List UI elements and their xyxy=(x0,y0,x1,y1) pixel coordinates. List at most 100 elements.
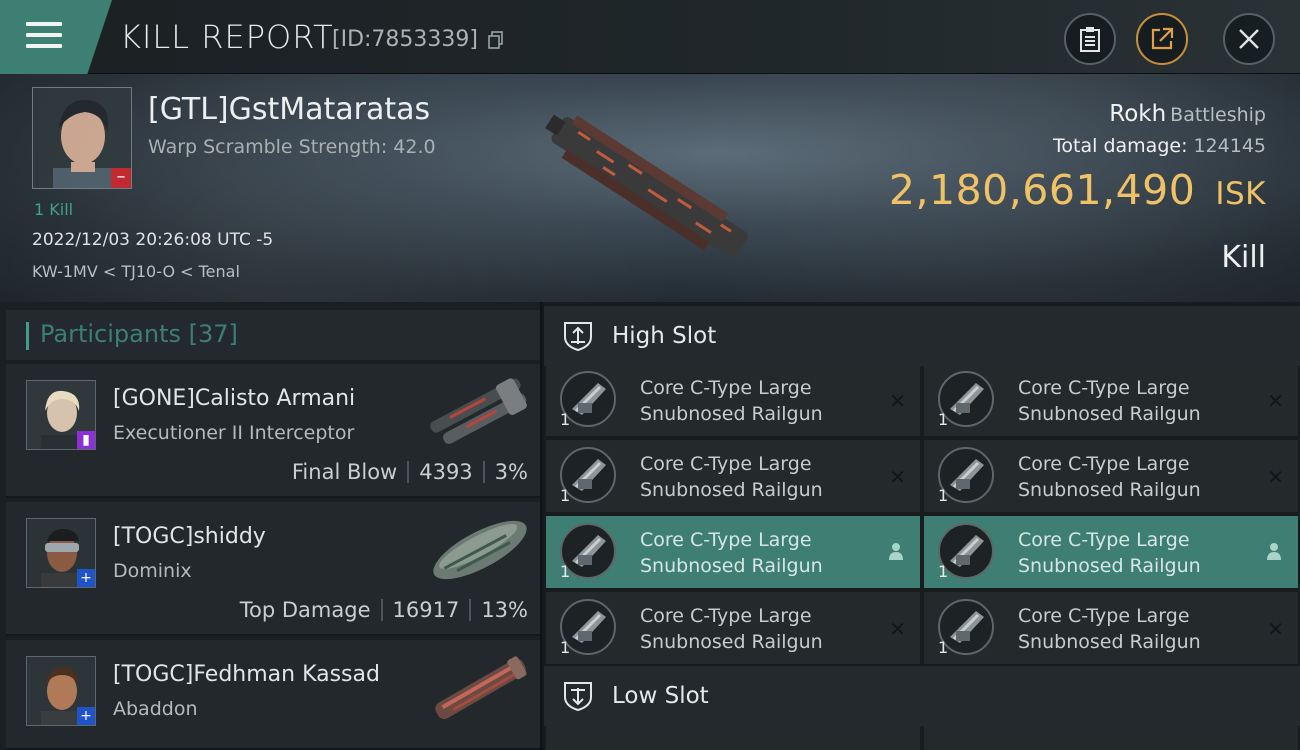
module-name-line2: Snubnosed Railgun xyxy=(640,555,823,577)
module-name: Core C-Type Large Snubnosed Railgun xyxy=(1018,527,1268,579)
participant-stats: Final Blow 4393 3% xyxy=(292,460,528,484)
module-quantity: 1 xyxy=(938,638,949,657)
low-slot-module[interactable] xyxy=(546,724,920,750)
module-name: Core C-Type Large Snubnosed Railgun xyxy=(1018,603,1268,655)
close-button[interactable] xyxy=(1223,13,1275,65)
module-name-line2: Snubnosed Railgun xyxy=(1018,555,1201,577)
participant-ship: Executioner II Interceptor xyxy=(113,422,355,444)
clipboard-button[interactable] xyxy=(1064,13,1116,65)
high-slot-module[interactable]: 1 Core C-Type Large Snubnosed Railgun ✕ xyxy=(924,364,1298,436)
high-slot-module[interactable]: 1 Core C-Type Large Snubnosed Railgun ✕ xyxy=(924,592,1298,664)
divider xyxy=(469,599,472,621)
participant-ship: Abaddon xyxy=(113,698,198,720)
high-slot-module[interactable]: 1 Core C-Type Large Snubnosed Railgun xyxy=(546,516,920,588)
victim-ship[interactable]: Rokh Battleship xyxy=(1109,101,1266,127)
participant-row[interactable]: ▮ [GONE]Calisto Armani Executioner II In… xyxy=(6,364,540,498)
victim-ship-class: Battleship xyxy=(1170,104,1266,126)
total-damage-value: 124145 xyxy=(1193,135,1266,157)
participants-title: Participants [37] xyxy=(40,320,238,348)
person-icon xyxy=(889,543,903,560)
module-name-line2: Snubnosed Railgun xyxy=(640,479,823,501)
module-name-line1: Core C-Type Large xyxy=(640,529,812,551)
warp-scramble: Warp Scramble Strength: 42.0 xyxy=(148,136,436,158)
destroyed-x-icon: ✕ xyxy=(889,465,906,489)
high-slot-module[interactable]: 1 Core C-Type Large Snubnosed Railgun ✕ xyxy=(546,364,920,436)
participants-label: Participants xyxy=(40,320,181,348)
alliance-badge-icon: ▮ xyxy=(77,431,95,449)
participant-name: [TOGC]shiddy xyxy=(113,524,266,549)
low-slot-module[interactable] xyxy=(924,724,1298,750)
divider xyxy=(380,599,383,621)
module-quantity: 1 xyxy=(560,486,571,505)
total-damage: Total damage: 124145 xyxy=(1053,135,1266,157)
participant-name: [TOGC]Fedhman Kassad xyxy=(113,662,380,687)
participant-ship-image xyxy=(433,520,527,580)
copy-icon[interactable] xyxy=(488,31,504,49)
module-name-line1: Core C-Type Large xyxy=(640,377,812,399)
module-name-line2: Snubnosed Railgun xyxy=(1018,479,1201,501)
module-quantity: 1 xyxy=(560,638,571,657)
destroyed-x-icon: ✕ xyxy=(1267,465,1284,489)
module-name-line1: Core C-Type Large xyxy=(1018,605,1190,627)
victim-name[interactable]: [GTL]GstMataratas xyxy=(148,92,430,127)
stat-label: Top Damage xyxy=(239,598,371,622)
person-icon xyxy=(1267,543,1281,560)
participants-header: Participants [37] xyxy=(6,310,540,360)
kill-result: Kill xyxy=(1221,240,1266,275)
module-quantity: 1 xyxy=(560,562,571,581)
hamburger-icon xyxy=(26,22,62,48)
total-damage-label: Total damage: xyxy=(1053,135,1188,157)
participant-stats: Top Damage 16917 13% xyxy=(240,598,528,622)
module-quantity: 1 xyxy=(938,562,949,581)
module-name: Core C-Type Large Snubnosed Railgun xyxy=(640,451,890,503)
victim-ship-name: Rokh xyxy=(1109,101,1167,127)
damage-value: 16917 xyxy=(392,598,460,622)
module-name-line2: Snubnosed Railgun xyxy=(1018,403,1201,425)
stat-label: Final Blow xyxy=(291,460,398,484)
kill-location[interactable]: KW-1MV < TJ10-O < Tenal xyxy=(32,262,240,281)
participant-row[interactable]: + [TOGC]Fedhman Kassad Abaddon xyxy=(6,640,540,750)
low-slot-label: Low Slot xyxy=(612,683,709,709)
menu-button[interactable] xyxy=(0,0,112,74)
high-slot-module[interactable]: 1 Core C-Type Large Snubnosed Railgun ✕ xyxy=(546,440,920,512)
damage-percent: 3% xyxy=(494,460,528,484)
victim-avatar[interactable]: – xyxy=(32,87,132,189)
participants-panel: Participants [37] ▮ [GONE]Calisto Armani… xyxy=(0,302,542,750)
victim-portrait-image xyxy=(33,88,131,188)
high-slot-label: High Slot xyxy=(612,323,717,349)
page-title: KILL REPORT xyxy=(120,18,334,56)
avatar[interactable]: + xyxy=(26,518,96,588)
module-name-line2: Snubnosed Railgun xyxy=(640,403,823,425)
module-name-line1: Core C-Type Large xyxy=(1018,529,1190,551)
close-icon xyxy=(1239,29,1259,49)
participant-ship-image xyxy=(435,656,527,720)
destroyed-x-icon: ✕ xyxy=(1267,389,1284,413)
victim-ship-image xyxy=(545,114,748,258)
high-slot-module[interactable]: 1 Core C-Type Large Snubnosed Railgun ✕ xyxy=(546,592,920,664)
module-name: Core C-Type Large Snubnosed Railgun xyxy=(640,527,890,579)
participant-ship-image xyxy=(430,378,527,444)
module-name-line2: Snubnosed Railgun xyxy=(1018,631,1201,653)
high-slot-module[interactable]: 1 Core C-Type Large Snubnosed Railgun ✕ xyxy=(924,440,1298,512)
isk-amount: 2,180,661,490 xyxy=(888,166,1196,214)
module-quantity: 1 xyxy=(938,486,949,505)
destroyed-x-icon: ✕ xyxy=(1267,617,1284,641)
section-marker xyxy=(26,322,29,350)
report-id: [ID:7853339] xyxy=(332,27,478,52)
module-name: Core C-Type Large Snubnosed Railgun xyxy=(1018,375,1268,427)
module-name-line2: Snubnosed Railgun xyxy=(640,631,823,653)
high-slot-module[interactable]: 1 Core C-Type Large Snubnosed Railgun xyxy=(924,516,1298,588)
module-name: Core C-Type Large Snubnosed Railgun xyxy=(1018,451,1268,503)
participant-row[interactable]: + [TOGC]shiddy Dominix Top Damage 16917 13… xyxy=(6,502,540,636)
participants-count: [37] xyxy=(188,320,238,348)
kill-count[interactable]: 1 Kill xyxy=(34,200,73,219)
divider xyxy=(482,461,485,483)
share-button[interactable] xyxy=(1136,13,1188,65)
victim-panel: – [GTL]GstMataratas Warp Scramble Streng… xyxy=(0,74,1300,302)
destroyed-x-icon: ✕ xyxy=(889,617,906,641)
avatar[interactable]: ▮ xyxy=(26,380,96,450)
minus-badge-icon: – xyxy=(111,168,131,188)
avatar[interactable]: + xyxy=(26,656,96,726)
module-name: Core C-Type Large Snubnosed Railgun xyxy=(640,375,890,427)
top-bar: KILL REPORT [ID:7853339] xyxy=(0,0,1300,74)
